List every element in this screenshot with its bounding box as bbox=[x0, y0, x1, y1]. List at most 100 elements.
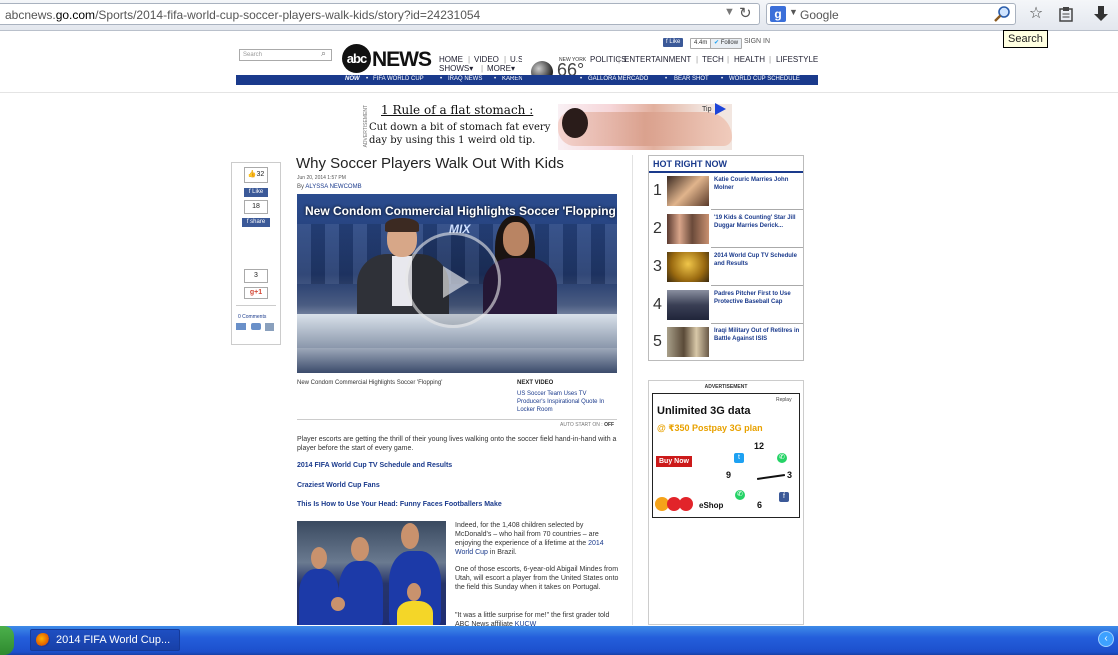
photo-child bbox=[331, 597, 345, 611]
ad-clock-number: 6 bbox=[757, 500, 763, 510]
nav-video[interactable]: VIDEO bbox=[474, 55, 499, 64]
site-search-icon[interactable]: ⌕ bbox=[321, 48, 326, 59]
autostart-divider bbox=[297, 419, 617, 420]
trending-bullet: • bbox=[665, 76, 668, 82]
author-link[interactable]: ALYSSA NEWCOMB bbox=[305, 184, 361, 190]
dropdown-icon[interactable]: ▼ bbox=[724, 6, 735, 18]
autostart-toggle[interactable]: AUTO START ON : OFF bbox=[560, 422, 614, 428]
nav-us[interactable]: U.S. bbox=[510, 55, 522, 64]
abc-logo-news[interactable]: NEWS bbox=[372, 48, 432, 72]
related-link[interactable]: This Is How to Use Your Head: Funny Face… bbox=[297, 501, 502, 508]
nav-separator: | bbox=[504, 55, 507, 64]
nav-entertainment[interactable]: ENTERTAINMENT bbox=[624, 55, 691, 64]
related-link[interactable]: Craziest World Cup Fans bbox=[297, 482, 380, 489]
nav-health[interactable]: HEALTH bbox=[734, 55, 765, 64]
google-icon[interactable]: g bbox=[770, 6, 786, 22]
download-icon[interactable] bbox=[1093, 5, 1109, 23]
gplus-button[interactable]: g+1 bbox=[244, 287, 268, 299]
article-photo[interactable] bbox=[297, 521, 446, 625]
play-icon[interactable] bbox=[443, 266, 469, 298]
hot-thumbnail[interactable] bbox=[667, 176, 709, 206]
top-ad-banner[interactable]: ADVERTISEMENT 1 Rule of a flat stomach :… bbox=[362, 100, 732, 150]
arrow-icon bbox=[715, 103, 726, 115]
search-engine-placeholder[interactable]: Google bbox=[800, 8, 839, 22]
article-date: Jun 20, 2014 1:57 PM bbox=[297, 175, 346, 181]
nav-home[interactable]: HOME bbox=[439, 55, 463, 64]
clipboard-icon[interactable] bbox=[1058, 6, 1074, 22]
start-button[interactable] bbox=[0, 626, 14, 655]
trending-item[interactable]: FIFA WORLD CUP bbox=[373, 76, 424, 82]
twitter-follow-button[interactable]: ✔ Follow bbox=[710, 38, 743, 49]
nav-politics[interactable]: POLITICS bbox=[590, 55, 626, 64]
photo-child bbox=[407, 583, 421, 601]
engine-dropdown-icon[interactable]: ▼ bbox=[789, 7, 798, 17]
hot-headline[interactable]: '19 Kids & Counting' Star Jill Duggar Ma… bbox=[714, 214, 802, 230]
twitter-icon: ✔ bbox=[714, 40, 721, 46]
trending-item[interactable]: WORLD CUP SCHEDULE bbox=[729, 76, 800, 82]
hot-thumbnail[interactable] bbox=[667, 327, 709, 357]
ad-replay-button[interactable]: Replay bbox=[776, 397, 792, 403]
list-item[interactable]: 5 Iraqi Military Out of Retilres in Batt… bbox=[651, 324, 801, 361]
trending-bullet: • bbox=[721, 76, 724, 82]
address-bar[interactable]: abcnews.go.com/Sports/2014-fifa-world-cu… bbox=[0, 3, 760, 25]
nav-lifestyle[interactable]: LIFESTYLE bbox=[776, 55, 818, 64]
list-item[interactable]: 2 '19 Kids & Counting' Star Jill Duggar … bbox=[651, 211, 803, 248]
video-anchor bbox=[503, 222, 529, 256]
hot-thumbnail[interactable] bbox=[667, 252, 709, 282]
url-text[interactable]: abcnews.go.com/Sports/2014-fifa-world-cu… bbox=[5, 8, 480, 22]
nav-tech[interactable]: TECH bbox=[702, 55, 724, 64]
email-icon[interactable] bbox=[236, 323, 246, 330]
trending-item[interactable]: KAREN bbox=[502, 76, 522, 82]
tray-expand-icon[interactable]: ‹ bbox=[1098, 631, 1114, 647]
site-search-input[interactable]: Search bbox=[239, 49, 332, 61]
comments-link[interactable]: 0 Comments bbox=[238, 314, 266, 320]
fb-like-button[interactable]: f Like bbox=[663, 38, 684, 47]
list-item[interactable]: 4 Padres Pitcher First to Use Protective… bbox=[651, 287, 803, 324]
hot-rank: 5 bbox=[653, 333, 662, 350]
ad-image[interactable]: Tip bbox=[558, 103, 732, 150]
ad-text[interactable]: Cut down a bit of stomach fat every day … bbox=[369, 121, 559, 147]
brand-logo-icon bbox=[679, 497, 693, 511]
buy-now-button[interactable]: Buy Now bbox=[656, 456, 692, 467]
trending-item[interactable]: BEAR SHOT bbox=[674, 76, 709, 82]
abc-logo-circle[interactable]: abc bbox=[342, 44, 371, 73]
related-link[interactable]: 2014 FIFA World Cup TV Schedule and Resu… bbox=[297, 462, 452, 469]
hot-headline[interactable]: Iraqi Military Out of Retilres in Battle… bbox=[714, 327, 802, 343]
phone-icon: ✆ bbox=[735, 490, 745, 500]
trending-item[interactable]: IRAQ NEWS bbox=[448, 76, 482, 82]
hot-thumbnail[interactable] bbox=[667, 214, 709, 244]
search-tooltip: Search bbox=[1003, 30, 1048, 48]
bookmark-star-icon[interactable]: ☆ bbox=[1025, 4, 1047, 24]
hot-title: HOT RIGHT NOW bbox=[653, 159, 727, 169]
nav-shows[interactable]: SHOWS▾ bbox=[439, 64, 473, 73]
nav-separator: | bbox=[696, 55, 699, 64]
fb-share-button[interactable]: f share bbox=[242, 218, 270, 227]
ad-creative[interactable]: Replay Unlimited 3G data @ ₹350 Postpay … bbox=[652, 393, 800, 518]
ad-title[interactable]: 1 Rule of a flat stomach : bbox=[381, 103, 533, 117]
taskbar-window-button[interactable]: 2014 FIFA World Cup... bbox=[30, 629, 180, 651]
social-share-rail: 👍32 f Like 18 f share 3 g+1 0 Comments bbox=[231, 162, 281, 345]
nav-separator: | bbox=[481, 64, 484, 73]
hot-thumbnail[interactable] bbox=[667, 290, 709, 320]
video-player[interactable]: MIX New Condom Commercial Highlights Soc… bbox=[297, 194, 617, 373]
next-video-link[interactable]: US Soccer Team Uses TV Producer's Inspir… bbox=[517, 390, 615, 414]
search-bar[interactable]: g ▼ Google bbox=[766, 3, 1016, 25]
trending-item[interactable]: GALLORA MERCADO bbox=[588, 76, 648, 82]
nav-more[interactable]: MORE▾ bbox=[487, 64, 515, 73]
magnifier-icon[interactable] bbox=[993, 5, 1013, 23]
hot-rank: 2 bbox=[653, 220, 662, 237]
fb-like-rail-button[interactable]: f Like bbox=[244, 188, 268, 197]
hot-headline[interactable]: 2014 World Cup TV Schedule and Results bbox=[714, 252, 802, 268]
list-item[interactable]: 3 2014 World Cup TV Schedule and Results bbox=[651, 249, 803, 286]
hot-headline[interactable]: Katie Couric Marries John Molner bbox=[714, 176, 802, 192]
thumbs-up-button[interactable]: 👍32 bbox=[244, 167, 268, 183]
list-item[interactable]: 1 Katie Couric Marries John Molner bbox=[651, 173, 803, 210]
reload-icon[interactable]: ↻ bbox=[739, 4, 752, 22]
comment-icon[interactable] bbox=[251, 323, 261, 330]
hot-headline[interactable]: Padres Pitcher First to Use Protective B… bbox=[714, 290, 802, 306]
sign-in-link[interactable]: SIGN IN bbox=[744, 38, 770, 45]
ad-label: ADVERTISEMENT bbox=[704, 384, 748, 390]
print-icon[interactable] bbox=[265, 323, 274, 331]
ad-eshop-label: eShop bbox=[699, 501, 724, 510]
column-divider bbox=[632, 155, 633, 625]
